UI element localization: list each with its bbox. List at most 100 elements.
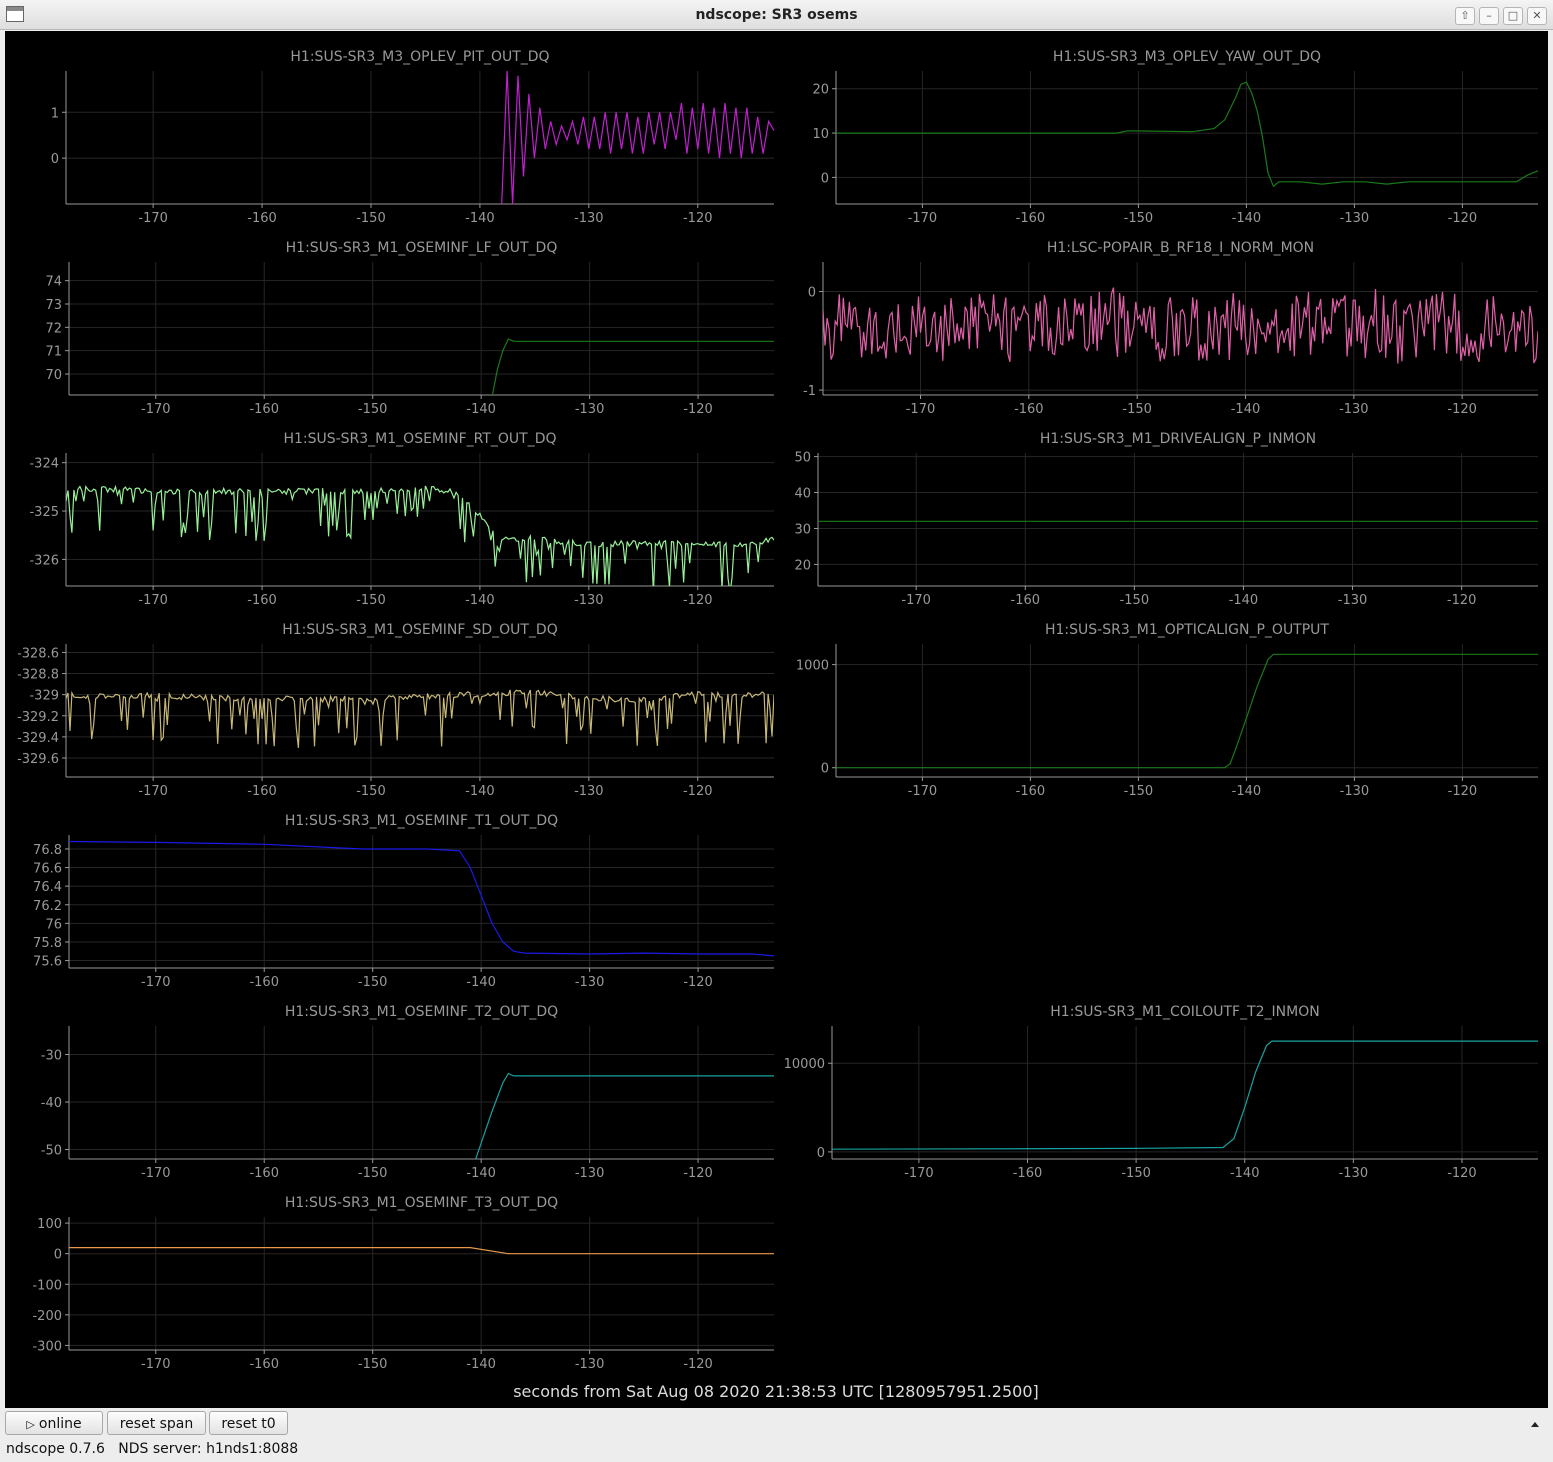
reset-t0-button[interactable]: reset t0 xyxy=(209,1411,288,1435)
plot-panel[interactable]: H1:SUS-SR3_M1_COILOUTF_T2_INMON -170 -160 -… xyxy=(784,1004,1538,1181)
x-tick-label: -150 xyxy=(356,593,386,608)
y-tick-label: 0 xyxy=(54,1248,62,1263)
x-tick-label: -120 xyxy=(683,211,713,226)
toolbar: ▷ online reset span reset t0 xyxy=(0,1409,1553,1437)
plot-panel[interactable]: H1:SUS-SR3_M1_DRIVEALIGN_P_INMON -170 -160… xyxy=(794,431,1538,608)
x-tick-label: -130 xyxy=(1339,402,1369,417)
window-minimize-button[interactable]: – xyxy=(1479,7,1499,25)
y-tick-label: 76.6 xyxy=(33,862,62,877)
plot-panel[interactable]: H1:SUS-SR3_M1_OSEMINF_T3_OUT_DQ -170 -160 -… xyxy=(32,1195,774,1372)
x-tick-label: -170 xyxy=(904,1166,934,1181)
series-line xyxy=(69,840,774,957)
y-tick-label: 76 xyxy=(45,917,62,932)
x-tick-label: -140 xyxy=(1231,402,1261,417)
x-tick-label: -170 xyxy=(908,784,938,799)
x-tick-label: -140 xyxy=(1232,784,1262,799)
x-tick-label: -130 xyxy=(575,1357,605,1372)
x-tick-label: -120 xyxy=(1447,402,1477,417)
x-tick-label: -150 xyxy=(356,784,386,799)
reset-span-button[interactable]: reset span xyxy=(107,1411,206,1435)
x-tick-label: -140 xyxy=(466,1357,496,1372)
plot-title: H1:SUS-SR3_M3_OPLEV_YAW_OUT_DQ xyxy=(1053,49,1321,65)
x-tick-label: -150 xyxy=(1121,1166,1151,1181)
y-tick-label: 50 xyxy=(794,451,811,466)
x-tick-label: -170 xyxy=(141,1357,171,1372)
y-tick-label: -326 xyxy=(29,553,59,568)
y-tick-label: 76.8 xyxy=(33,843,62,858)
x-tick-label: -160 xyxy=(1014,402,1044,417)
x-tick-label: -170 xyxy=(901,593,931,608)
y-tick-label: -328.8 xyxy=(17,668,59,683)
plot-panel[interactable]: H1:SUS-SR3_M3_OPLEV_PIT_OUT_DQ -170 -160 -1… xyxy=(51,49,774,226)
chevron-up-icon[interactable] xyxy=(1531,1422,1539,1427)
plot-panel[interactable]: H1:SUS-SR3_M1_OSEMINF_SD_OUT_DQ -170 -160 -… xyxy=(17,622,774,799)
x-tick-label: -120 xyxy=(683,1166,713,1181)
scope-plot-area[interactable]: H1:SUS-SR3_M3_OPLEV_PIT_OUT_DQ-170 -160 -1… xyxy=(5,31,1548,1408)
x-tick-label: -140 xyxy=(466,1166,496,1181)
x-tick-label: -120 xyxy=(683,402,713,417)
x-tick-label: -120 xyxy=(1448,211,1478,226)
x-tick-label: -140 xyxy=(465,784,495,799)
y-tick-label: -329 xyxy=(29,689,59,704)
plot-panel[interactable]: H1:SUS-SR3_M1_OPTICALIGN_P_OUTPUT -170 -16… xyxy=(796,622,1538,799)
plot-title: H1:SUS-SR3_M1_OSEMINF_T3_OUT_DQ xyxy=(285,1195,558,1211)
x-tick-label: -140 xyxy=(466,402,496,417)
y-tick-label: -329.6 xyxy=(17,752,59,767)
series-line xyxy=(501,71,774,204)
x-tick-label: -140 xyxy=(466,975,496,990)
y-tick-label: 76.4 xyxy=(33,880,62,895)
x-tick-label: -120 xyxy=(683,784,713,799)
y-tick-label: 20 xyxy=(794,558,811,573)
x-tick-label: -160 xyxy=(1011,593,1041,608)
y-tick-label: 71 xyxy=(45,345,62,360)
plot-panel[interactable]: H1:SUS-SR3_M1_OSEMINF_RT_OUT_DQ -170 -160 -… xyxy=(29,431,774,608)
x-tick-label: -120 xyxy=(683,1357,713,1372)
y-tick-label: -1 xyxy=(803,384,816,399)
x-tick-label: -140 xyxy=(1232,211,1262,226)
online-label: online xyxy=(38,1416,82,1432)
series-line xyxy=(69,1246,774,1255)
x-tick-label: -150 xyxy=(1120,593,1150,608)
x-tick-label: -120 xyxy=(1447,1166,1477,1181)
window-maximize-button[interactable]: □ xyxy=(1503,7,1523,25)
x-tick-label: -130 xyxy=(1339,1166,1369,1181)
plot-panel[interactable]: H1:SUS-SR3_M1_OSEMINF_T2_OUT_DQ -170 -160 -… xyxy=(41,1004,774,1181)
y-tick-label: 74 xyxy=(45,275,62,290)
x-tick-label: -130 xyxy=(574,211,604,226)
play-icon: ▷ xyxy=(26,1418,35,1431)
x-tick-label: -160 xyxy=(1016,211,1046,226)
x-tick-label: -160 xyxy=(1016,784,1046,799)
x-tick-label: -150 xyxy=(358,975,388,990)
y-tick-label: -329.4 xyxy=(17,731,59,746)
y-tick-label: -40 xyxy=(41,1096,62,1111)
x-tick-label: -150 xyxy=(356,211,386,226)
series-line xyxy=(475,1072,774,1159)
plot-title: H1:SUS-SR3_M1_OPTICALIGN_P_OUTPUT xyxy=(1045,622,1329,638)
x-tick-label: -160 xyxy=(247,211,277,226)
plot-panel[interactable]: H1:SUS-SR3_M1_OSEMINF_LF_OUT_DQ -170 -160 -… xyxy=(45,240,774,417)
plot-panel[interactable]: H1:SUS-SR3_M1_OSEMINF_T1_OUT_DQ -170 -160 -… xyxy=(33,813,774,990)
y-tick-label: -325 xyxy=(29,505,59,520)
x-tick-label: -130 xyxy=(575,402,605,417)
plot-panel[interactable]: H1:LSC-POPAIR_B_RF18_I_NORM_MON -170 -160 -… xyxy=(803,240,1538,417)
y-tick-label: 1 xyxy=(51,106,59,121)
y-tick-label: 10000 xyxy=(784,1057,825,1072)
x-tick-label: -160 xyxy=(1013,1166,1043,1181)
x-tick-label: -160 xyxy=(247,593,277,608)
x-tick-label: -150 xyxy=(1122,402,1152,417)
window-titlebar[interactable]: ndscope: SR3 osems ⇧ – □ ✕ xyxy=(0,0,1553,30)
plot-title: H1:SUS-SR3_M1_OSEMINF_LF_OUT_DQ xyxy=(286,240,558,256)
series-line xyxy=(66,484,774,586)
online-button[interactable]: ▷ online xyxy=(5,1411,103,1435)
window-close-button[interactable]: ✕ xyxy=(1527,7,1547,25)
y-tick-label: 0 xyxy=(817,1146,825,1161)
window-shade-button[interactable]: ⇧ xyxy=(1455,7,1475,25)
x-tick-label: -130 xyxy=(1340,211,1370,226)
x-tick-label: -130 xyxy=(1338,593,1368,608)
x-tick-label: -120 xyxy=(1447,593,1477,608)
plot-panel[interactable]: H1:SUS-SR3_M3_OPLEV_YAW_OUT_DQ -170 -160 -1… xyxy=(812,49,1538,226)
x-tick-label: -170 xyxy=(906,402,936,417)
y-tick-label: 70 xyxy=(45,368,62,383)
y-tick-label: 0 xyxy=(808,286,816,301)
x-tick-label: -120 xyxy=(683,593,713,608)
